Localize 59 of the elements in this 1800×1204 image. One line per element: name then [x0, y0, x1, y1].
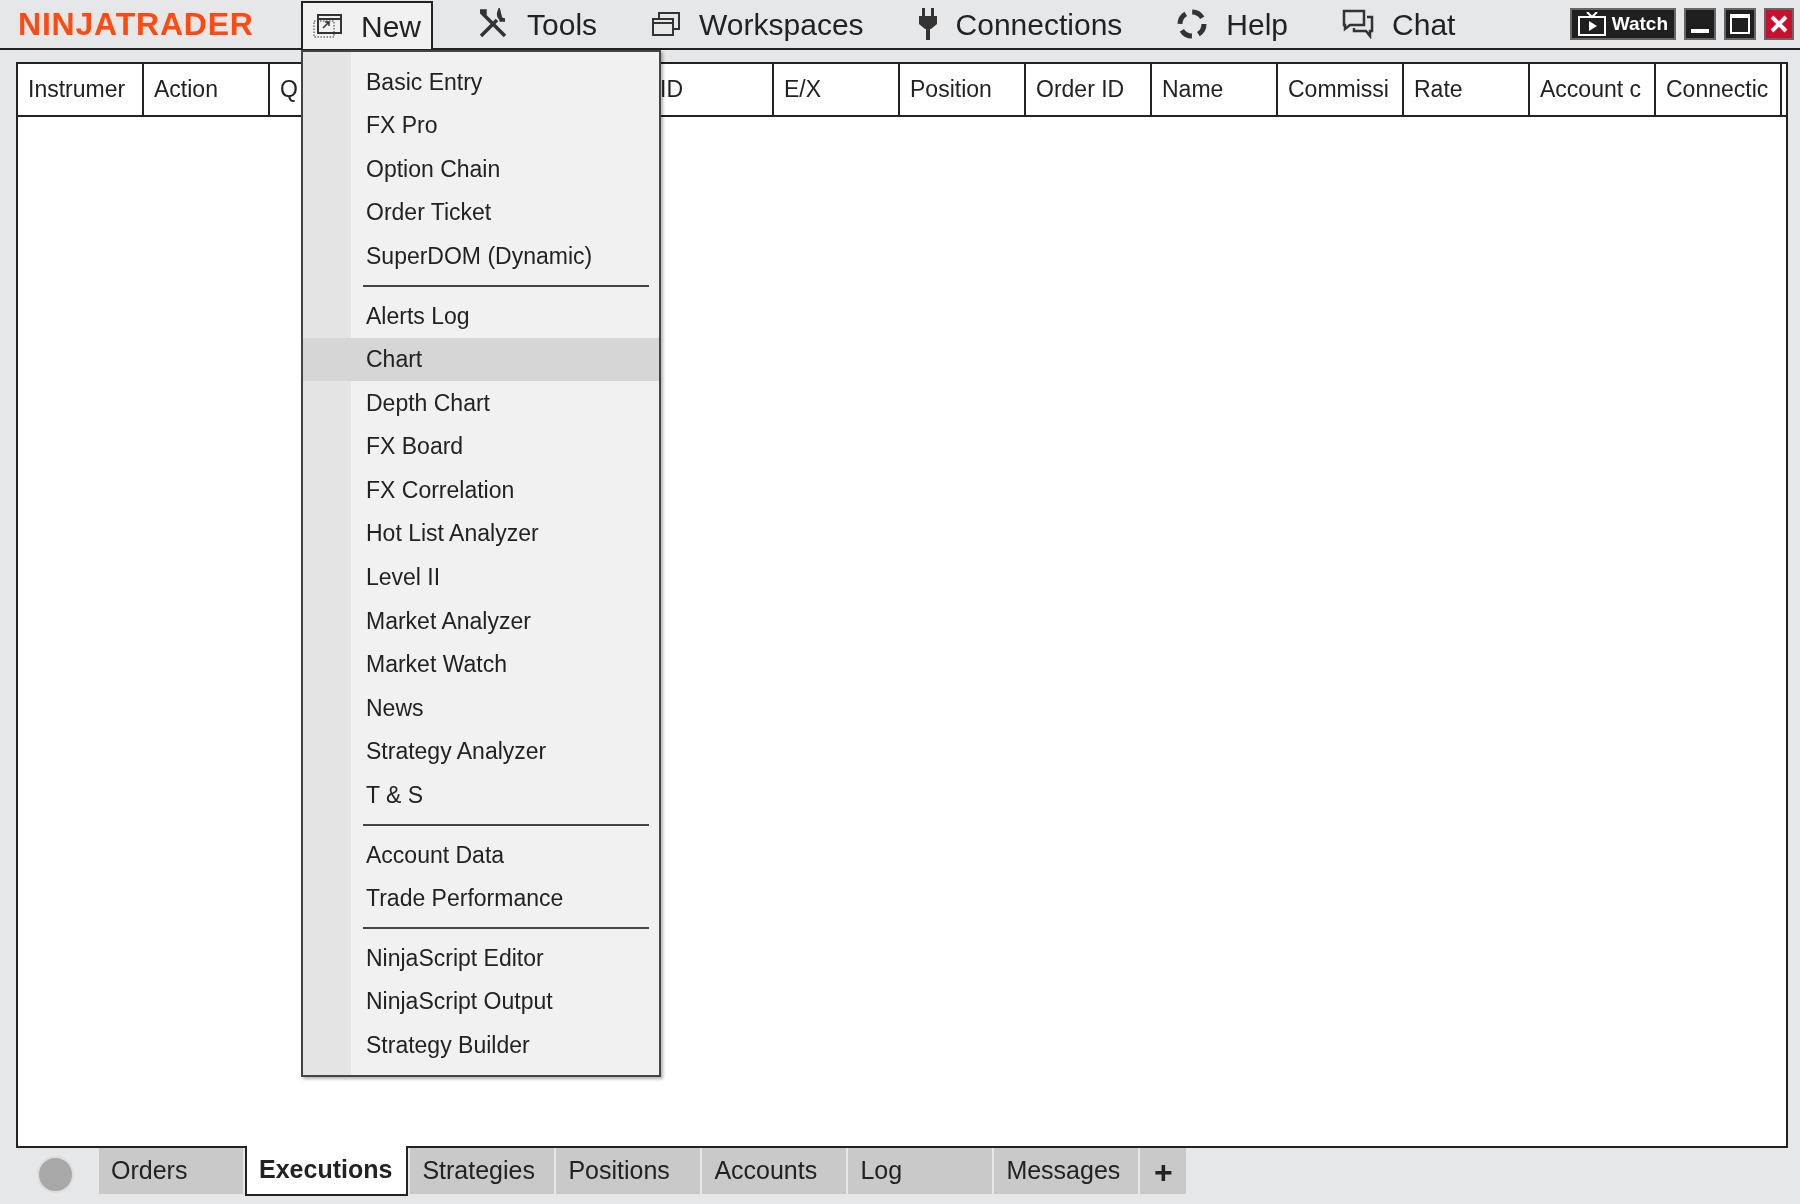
- column-header[interactable]: Commissi: [1278, 64, 1404, 115]
- window-icon: [313, 13, 343, 39]
- menu-item[interactable]: Hot List Analyzer: [303, 511, 659, 556]
- menu-item[interactable]: Level II: [303, 555, 659, 600]
- menu-item[interactable]: Strategy Builder: [303, 1023, 659, 1068]
- tab[interactable]: Accounts: [702, 1148, 847, 1194]
- lifebuoy-icon: [1176, 8, 1209, 40]
- maximize-icon: [1730, 14, 1750, 34]
- column-header[interactable]: Rate: [1404, 64, 1530, 115]
- menu-button[interactable]: Help: [1166, 0, 1299, 48]
- menu-item[interactable]: Account Data: [303, 833, 659, 877]
- column-header[interactable]: Action: [144, 64, 270, 115]
- menu-item[interactable]: FX Board: [303, 424, 659, 469]
- watch-button[interactable]: Watch: [1569, 8, 1676, 40]
- tab[interactable]: Strategies: [410, 1148, 555, 1194]
- tab[interactable]: Executions: [245, 1146, 409, 1196]
- menu-button[interactable]: New: [301, 1, 433, 49]
- tab[interactable]: Log: [848, 1148, 993, 1194]
- menu-item[interactable]: News: [303, 686, 659, 730]
- column-header[interactable]: Connectic: [1656, 64, 1782, 115]
- column-header[interactable]: E/X: [774, 64, 900, 115]
- column-header[interactable]: Instrumer: [18, 64, 144, 115]
- column-header[interactable]: Name: [1152, 64, 1278, 115]
- menu-item[interactable]: Market Watch: [303, 642, 659, 687]
- tv-play-icon: [1577, 12, 1606, 36]
- menu-button[interactable]: Connections: [907, 0, 1133, 48]
- close-icon: [1769, 14, 1789, 34]
- column-header[interactable]: Order ID: [1026, 64, 1152, 115]
- menu-item[interactable]: FX Correlation: [303, 468, 659, 512]
- maximize-button[interactable]: [1724, 8, 1756, 40]
- menu-item[interactable]: Chart: [303, 337, 659, 382]
- close-button[interactable]: [1764, 8, 1794, 40]
- menu-button[interactable]: Workspaces: [641, 0, 874, 48]
- plug-icon: [917, 8, 938, 40]
- column-header[interactable]: Account c: [1530, 64, 1656, 115]
- menu-item[interactable]: NinjaScript Output: [303, 979, 659, 1024]
- windows-icon: [651, 10, 682, 38]
- tab[interactable]: Positions: [556, 1148, 701, 1194]
- menu-item[interactable]: Option Chain: [303, 147, 659, 191]
- minimize-button[interactable]: [1684, 8, 1716, 40]
- tab[interactable]: Messages: [994, 1148, 1139, 1194]
- chat-icon: [1342, 9, 1375, 39]
- menu-item[interactable]: Strategy Analyzer: [303, 729, 659, 774]
- menu-item[interactable]: T & S: [303, 773, 659, 818]
- menu-item[interactable]: NinjaScript Editor: [303, 936, 659, 980]
- add-tab-button[interactable]: +: [1140, 1148, 1187, 1194]
- menu-item[interactable]: SuperDOM (Dynamic): [303, 234, 659, 278]
- menu-item[interactable]: Trade Performance: [303, 876, 659, 921]
- menu-item[interactable]: Alerts Log: [303, 293, 659, 338]
- menu-item[interactable]: Depth Chart: [303, 381, 659, 425]
- minimize-icon: [1691, 29, 1709, 33]
- menu-item[interactable]: Order Ticket: [303, 190, 659, 235]
- app-logo: NINJATRADER: [18, 5, 255, 44]
- menu-button[interactable]: Chat: [1332, 0, 1466, 48]
- menu-button[interactable]: Tools: [467, 0, 608, 48]
- tab[interactable]: Orders: [99, 1148, 243, 1194]
- column-header[interactable]: Position: [900, 64, 1026, 115]
- menu-item[interactable]: Market Analyzer: [303, 599, 659, 643]
- tools-icon: [477, 8, 509, 40]
